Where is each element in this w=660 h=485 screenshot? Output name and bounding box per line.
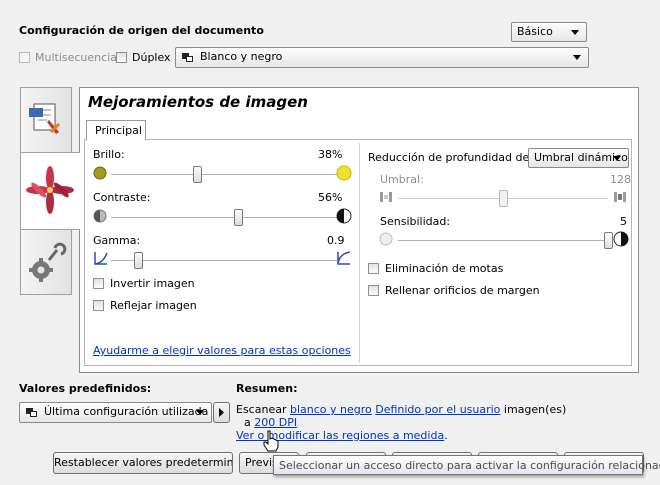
multifeed-label: Multisecuencia <box>35 51 117 64</box>
sensitivity-label: Sensibilidad: <box>380 215 451 228</box>
contrast-value: 56% <box>318 191 343 204</box>
mode-select[interactable]: Básico <box>511 22 587 42</box>
moon-icon <box>93 166 107 180</box>
summary-period: . <box>444 429 448 442</box>
summary-at-prefix: a <box>244 416 255 429</box>
panel-title: Mejoramientos de imagen <box>88 93 308 111</box>
tooltip-text: Seleccionar un acceso directo para activ… <box>279 459 660 472</box>
brightness-value: 38% <box>318 148 343 161</box>
scanner-settings-window: Configuración de origen del documento Bá… <box>0 0 660 485</box>
sensitivity-high-icon <box>613 231 629 247</box>
chevron-down-icon <box>571 30 579 35</box>
color-mode-link[interactable]: blanco y negro <box>290 403 372 416</box>
color-mode-value: Blanco y negro <box>200 50 283 63</box>
gamma-high-icon <box>337 251 351 265</box>
sun-icon <box>336 165 352 181</box>
gamma-label: Gamma: <box>93 234 141 247</box>
chevron-down-icon <box>196 410 204 415</box>
fill-holes-label: Rellenar orificios de margen <box>385 284 540 297</box>
threshold-label: Umbral: <box>380 173 424 186</box>
brightness-slider-track[interactable] <box>111 174 337 175</box>
presets-select[interactable]: Última configuración utilizada <box>19 402 212 423</box>
column-divider <box>359 143 360 363</box>
reset-defaults-button[interactable]: Restablecer valores predeterminados <box>53 452 233 474</box>
duplex-label: Dúplex <box>132 51 171 64</box>
document-icon <box>29 103 61 134</box>
gamma-slider-track[interactable] <box>111 260 337 261</box>
summary-line-1: Escanear blanco y negro Definido por el … <box>236 403 566 416</box>
tooltip: Seleccionar un acceso directo para activ… <box>273 455 660 475</box>
tab-main[interactable]: Principal <box>86 120 146 140</box>
presets-select-value: Última configuración utilizada <box>44 405 209 418</box>
fill-holes-checkbox[interactable] <box>368 285 379 296</box>
user-defined-link[interactable]: Definido por el usuario <box>375 403 500 416</box>
threshold-low-icon <box>380 192 392 202</box>
tab-document[interactable] <box>20 87 72 153</box>
gamma-low-icon <box>94 252 108 265</box>
high-contrast-icon <box>336 208 352 224</box>
contrast-label: Contraste: <box>93 191 151 204</box>
invert-image-checkbox[interactable] <box>93 278 104 289</box>
summary-images-suffix: imagen(es) <box>500 403 567 416</box>
brightness-slider-thumb[interactable] <box>192 166 202 183</box>
gamma-value: 0.9 <box>327 234 345 247</box>
chevron-down-icon <box>613 156 621 161</box>
contrast-slider-track[interactable] <box>111 217 337 218</box>
sensitivity-slider-track[interactable] <box>398 240 608 241</box>
low-contrast-icon <box>93 209 107 223</box>
preset-menu-button[interactable] <box>213 402 230 423</box>
duplex-checkbox[interactable] <box>116 52 127 63</box>
multifeed-checkbox[interactable] <box>19 52 30 63</box>
sensitivity-low-icon <box>379 232 393 246</box>
brightness-label: Brillo: <box>93 148 125 161</box>
tab-main-label: Principal <box>95 124 142 137</box>
bit-depth-select[interactable]: Umbral dinámico <box>528 148 629 168</box>
source-settings-title: Configuración de origen del documento <box>19 24 264 37</box>
flower-icon <box>26 166 74 214</box>
threshold-high-icon <box>614 192 626 202</box>
summary-scan-prefix: Escanear <box>236 403 290 416</box>
preset-icon <box>26 408 37 417</box>
summary-label: Resumen: <box>236 382 298 395</box>
sensitivity-slider-thumb[interactable] <box>604 232 613 249</box>
presets-label: Valores predefinidos: <box>19 382 152 395</box>
gamma-slider-thumb[interactable] <box>134 252 144 269</box>
despeckle-checkbox[interactable] <box>368 263 379 274</box>
color-mode-icon <box>182 53 193 62</box>
summary-line-2: a 200 DPI <box>244 416 297 429</box>
threshold-value: 128 <box>610 173 631 186</box>
threshold-slider-thumb <box>499 190 508 207</box>
sensitivity-value: 5 <box>620 215 627 228</box>
contrast-slider-thumb[interactable] <box>233 209 243 226</box>
tab-image[interactable] <box>20 152 80 230</box>
color-mode-select[interactable]: Blanco y negro <box>175 47 589 68</box>
mirror-image-checkbox[interactable] <box>93 300 104 311</box>
gear-icon <box>29 242 67 282</box>
despeckle-label: Eliminación de motas <box>385 262 504 275</box>
mode-select-value: Básico <box>517 25 553 38</box>
chevron-down-icon <box>573 55 581 60</box>
chevron-right-icon <box>219 408 224 417</box>
hand-cursor-icon <box>263 430 279 452</box>
invert-image-label: Invertir imagen <box>110 277 195 290</box>
dpi-link[interactable]: 200 DPI <box>254 416 297 429</box>
tab-advanced[interactable] <box>20 229 72 295</box>
mirror-image-label: Reflejar imagen <box>110 299 197 312</box>
help-choose-values-link[interactable]: Ayudarme a elegir valores para estas opc… <box>93 344 351 357</box>
